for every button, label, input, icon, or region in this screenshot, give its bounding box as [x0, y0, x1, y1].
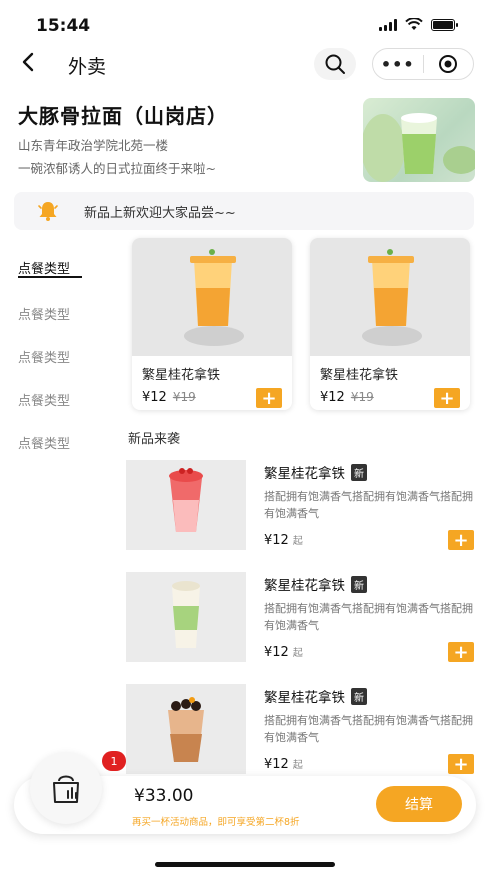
product-name: 繁星桂花拿铁新 — [264, 686, 367, 706]
product-list: 繁星桂花拿铁 ¥12 ¥19 + 繁星桂花拿铁 ¥12 ¥19 + 新品来袭 繁… — [112, 232, 491, 832]
plus-icon: + — [453, 529, 469, 551]
sidebar-item[interactable]: 点餐类型 — [18, 433, 70, 452]
cart-button[interactable] — [30, 752, 102, 824]
product-desc: 搭配拥有饱满香气搭配拥有饱满香气搭配拥有饱满香气 — [264, 714, 473, 744]
plus-icon: + — [453, 641, 469, 663]
product-price: ¥12 起 — [264, 644, 303, 660]
bell-icon — [36, 199, 60, 223]
status-bar: 15:44 — [0, 0, 491, 48]
home-indicator — [155, 862, 335, 867]
product-image — [126, 572, 246, 662]
add-to-cart-button[interactable]: + — [256, 387, 282, 409]
list-item[interactable]: 繁星桂花拿铁新 搭配拥有饱满香气搭配拥有饱满香气搭配拥有饱满香气 ¥12 起 + — [126, 684, 486, 776]
wifi-icon — [405, 18, 423, 30]
sidebar-item[interactable]: 点餐类型 — [18, 304, 70, 323]
product-name-text: 繁星桂花拿铁 — [264, 578, 345, 594]
promo-text: 再买一杯活动商品，即可享受第二杯8折 — [132, 817, 300, 828]
plus-icon: + — [439, 387, 455, 409]
target-icon — [439, 55, 458, 73]
product-desc: 搭配拥有饱满香气搭配拥有饱满香气搭配拥有饱满香气 — [264, 490, 473, 520]
cart-count-badge: 1 — [102, 751, 126, 771]
mini-program-capsule: ••• — [372, 48, 474, 80]
product-name: 繁星桂花拿铁新 — [264, 462, 367, 482]
current-price: ¥12 — [320, 390, 345, 405]
new-badge: 新 — [351, 576, 367, 593]
product-name: 繁星桂花拿铁 — [142, 368, 221, 383]
shop-name: 大豚骨拉面（山岗店） — [18, 104, 228, 128]
add-to-cart-button[interactable]: + — [448, 529, 474, 551]
shop-slogan: 一碗浓郁诱人的日式拉面终于来啦~ — [18, 161, 216, 176]
price-unit: 起 — [292, 536, 303, 547]
status-time: 15:44 — [36, 16, 91, 36]
product-desc: 搭配拥有饱满香气搭配拥有饱满香气搭配拥有饱满香气 — [264, 602, 473, 632]
back-button[interactable] — [20, 50, 36, 80]
product-name-text: 繁星桂花拿铁 — [264, 690, 345, 706]
product-image — [126, 684, 246, 774]
sidebar-item[interactable]: 点餐类型 — [18, 347, 70, 366]
plus-icon: + — [261, 387, 277, 409]
shopping-bag-icon — [53, 775, 79, 803]
sidebar-item[interactable]: 点餐类型 — [18, 390, 70, 409]
product-name: 繁星桂花拿铁 — [320, 368, 399, 383]
close-miniprogram-button[interactable] — [424, 54, 474, 74]
sidebar-item-active[interactable]: 点餐类型 — [18, 258, 70, 277]
product-name: 繁星桂花拿铁新 — [264, 574, 367, 594]
signal-icon — [379, 18, 397, 31]
product-name-text: 繁星桂花拿铁 — [264, 466, 345, 482]
search-button[interactable] — [314, 48, 356, 80]
new-badge: 新 — [351, 688, 367, 705]
list-item[interactable]: 繁星桂花拿铁新 搭配拥有饱满香气搭配拥有饱满香气搭配拥有饱满香气 ¥12 起 + — [126, 572, 486, 664]
product-price: ¥12 ¥19 — [320, 390, 374, 405]
more-button[interactable]: ••• — [373, 55, 423, 74]
add-to-cart-button[interactable]: + — [448, 753, 474, 775]
price-unit: 起 — [292, 648, 303, 659]
search-icon — [325, 54, 345, 74]
product-price: ¥12 起 — [264, 532, 303, 548]
category-sidebar: 点餐类型 点餐类型 点餐类型 点餐类型 点餐类型 — [0, 240, 112, 800]
shop-address: 山东青年政治学院北苑一楼 — [18, 138, 169, 153]
product-image — [310, 238, 470, 356]
nav-bar: 外卖 ••• — [0, 44, 491, 84]
status-icons — [379, 18, 458, 31]
checkout-button[interactable]: 结算 — [376, 786, 462, 822]
price-value: ¥12 — [264, 645, 289, 660]
add-to-cart-button[interactable]: + — [448, 641, 474, 663]
chevron-left-icon — [22, 52, 34, 72]
featured-card[interactable]: 繁星桂花拿铁 ¥12 ¥19 + — [310, 238, 470, 410]
price-value: ¥12 — [264, 757, 289, 772]
original-price: ¥19 — [350, 390, 374, 404]
notice-bar: 新品上新欢迎大家品尝~~ — [14, 192, 474, 230]
shop-image — [363, 98, 475, 182]
price-value: ¥12 — [264, 533, 289, 548]
current-price: ¥12 — [142, 390, 167, 405]
active-category-underline — [18, 276, 82, 278]
product-price: ¥12 ¥19 — [142, 390, 196, 405]
product-image — [132, 238, 292, 356]
product-image — [126, 460, 246, 550]
product-price: ¥12 起 — [264, 756, 303, 772]
new-badge: 新 — [351, 464, 367, 481]
add-to-cart-button[interactable]: + — [434, 387, 460, 409]
list-item[interactable]: 繁星桂花拿铁新 搭配拥有饱满香气搭配拥有饱满香气搭配拥有饱满香气 ¥12 起 + — [126, 460, 486, 552]
section-title: 新品来袭 — [128, 432, 181, 447]
featured-card[interactable]: 繁星桂花拿铁 ¥12 ¥19 + — [132, 238, 292, 410]
cart-total: ¥33.00 — [134, 786, 194, 806]
shop-info: 大豚骨拉面（山岗店） 山东青年政治学院北苑一楼 一碗浓郁诱人的日式拉面终于来啦~ — [18, 100, 348, 177]
price-unit: 起 — [292, 760, 303, 771]
plus-icon: + — [453, 753, 469, 775]
page-title: 外卖 — [68, 56, 107, 78]
notice-text: 新品上新欢迎大家品尝~~ — [84, 205, 236, 221]
original-price: ¥19 — [172, 390, 196, 404]
battery-icon — [431, 18, 458, 31]
